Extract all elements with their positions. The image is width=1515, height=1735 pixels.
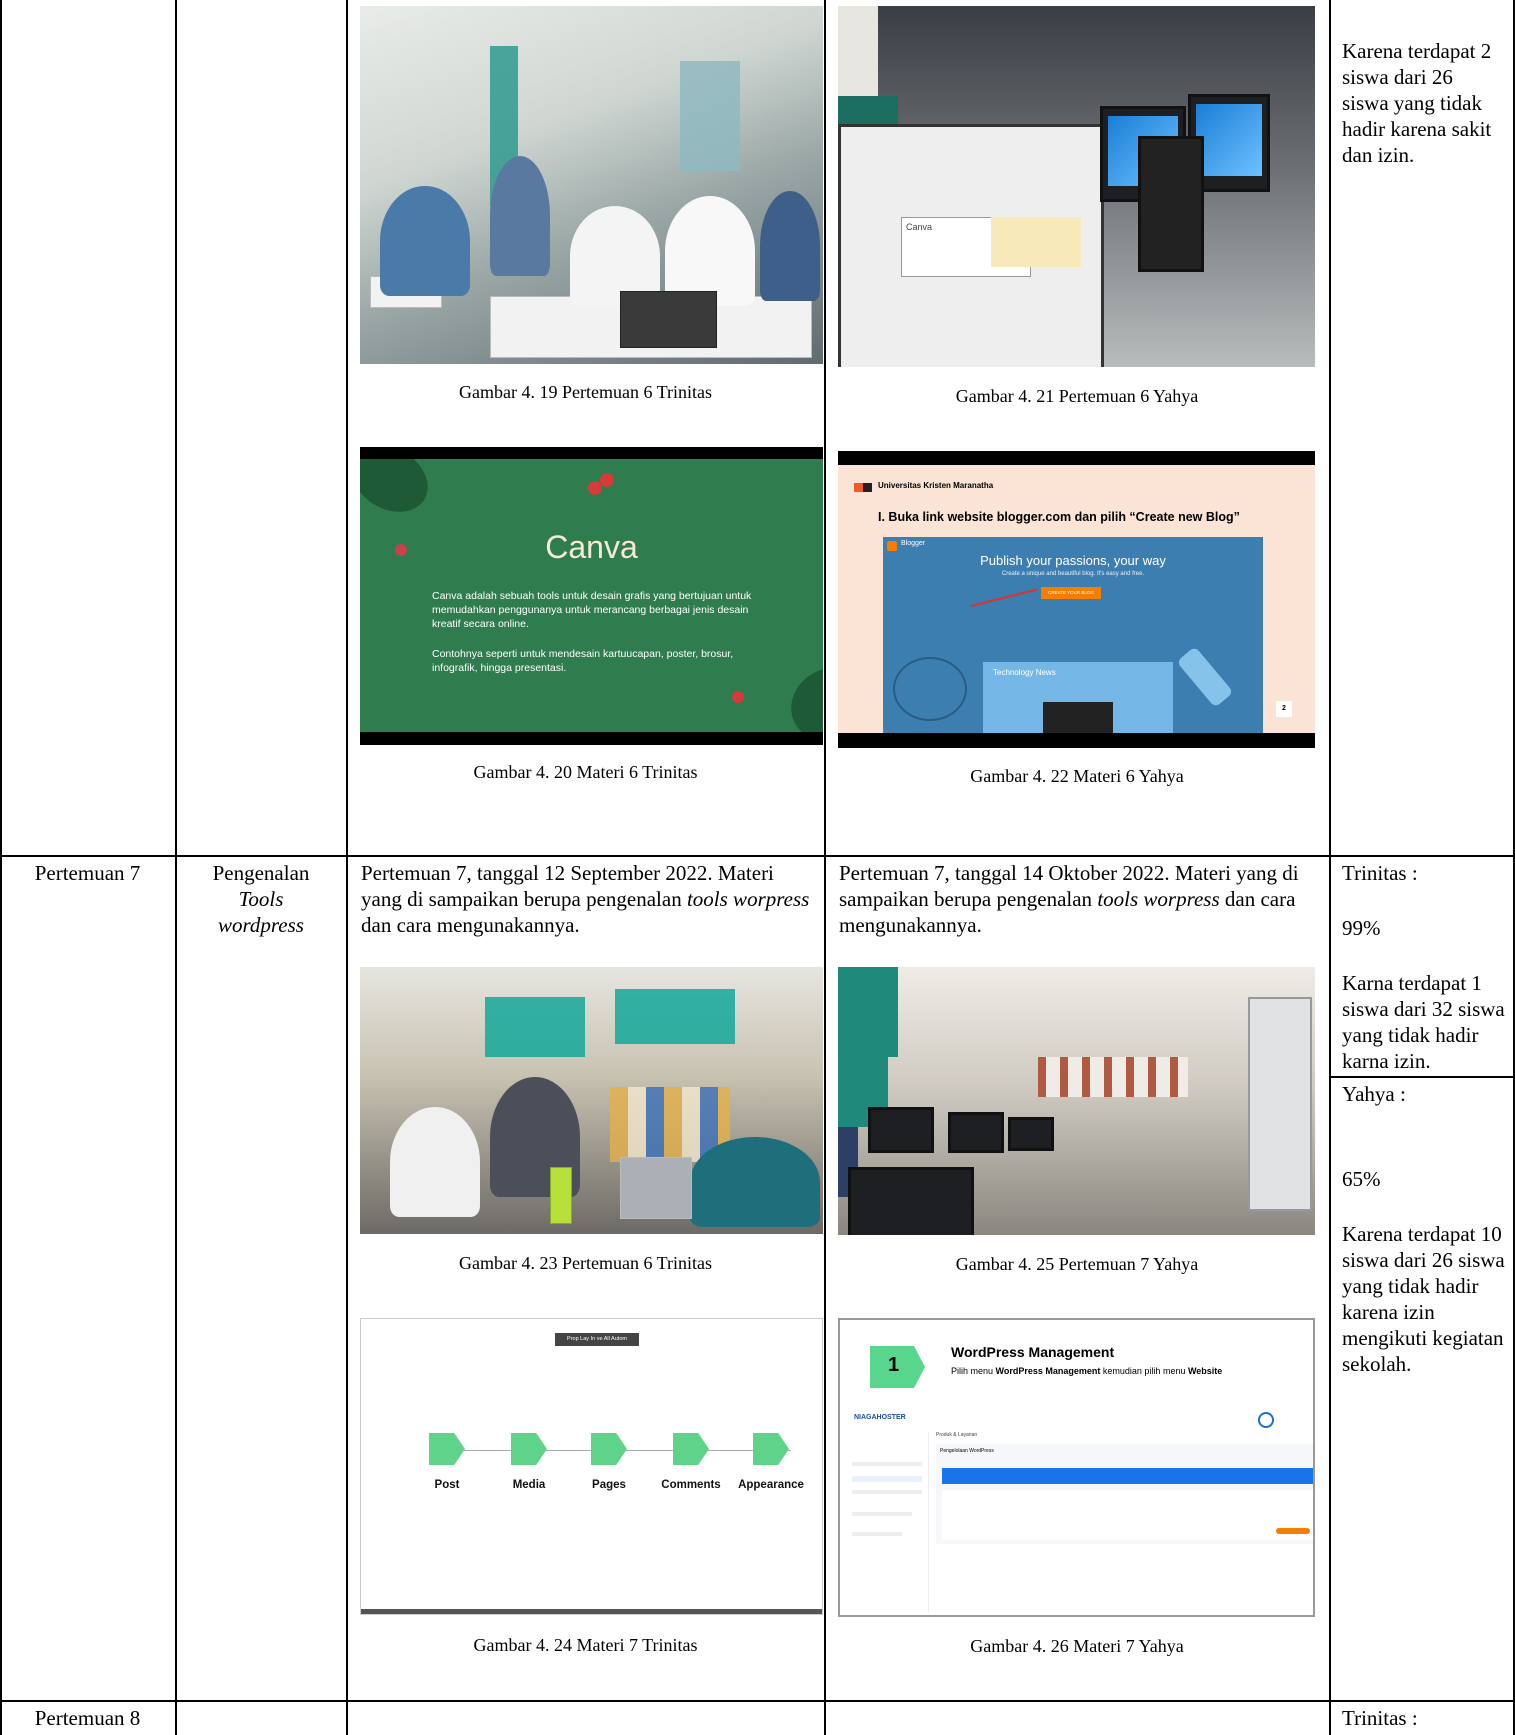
- wordpress-management-slide: 1 WordPress Management Pilih menu WordPr…: [838, 1318, 1315, 1617]
- topic-line2: Tools: [238, 887, 284, 911]
- flow-step-arrow-icon: [591, 1433, 627, 1465]
- university-logo-icon: [854, 483, 872, 492]
- wordpress-flow-slide: Prop Lay In ve All Autom Post Media Pages C…: [360, 1318, 823, 1615]
- classroom-photo-trinitas-6: [360, 6, 823, 364]
- subtitle-text: Pilih menu: [951, 1366, 996, 1376]
- watch-illustration-icon: [1176, 646, 1234, 708]
- trinitas-label-row3: Trinitas :: [1342, 1706, 1418, 1730]
- yahya-note: Karena terdapat 10 siswa dari 26 siswa y…: [1342, 1222, 1505, 1376]
- flow-step-label: Comments: [661, 1479, 721, 1491]
- attendance-divider: [1329, 1076, 1515, 1078]
- blogger-screenshot: Blogger Publish your passions, your way …: [883, 537, 1263, 733]
- attendance-note-row1: Karena terdapat 2 siswa dari 26 siswa ya…: [1342, 39, 1492, 167]
- table-border-right: [1513, 0, 1515, 1735]
- dashboard-panel: Pengelolaan WordPress: [936, 1444, 1313, 1544]
- whiteboard: [1248, 997, 1312, 1211]
- trinitas-label: Trinitas :: [1342, 861, 1418, 885]
- row-divider-2: [0, 1700, 1515, 1702]
- flow-step-arrow-icon: [429, 1433, 465, 1465]
- canva-slide-para1: Canva adalah sebuah tools untuk desain g…: [432, 590, 752, 630]
- panel-title: Pengelolaan WordPress: [940, 1448, 994, 1454]
- flow-step-label: Post: [434, 1479, 460, 1491]
- row-divider-1: [0, 855, 1515, 857]
- computer-lab-photo-yahya-7: [838, 967, 1315, 1235]
- slide-bottom-bar: [361, 1609, 822, 1614]
- desc-emphasis: tools worpress: [1097, 887, 1220, 911]
- blogger-slide-body: Universitas Kristen Maranatha I. Buka li…: [838, 465, 1315, 733]
- power-icon: [1258, 1412, 1274, 1428]
- blogger-slide-image: Universitas Kristen Maranatha I. Buka li…: [838, 451, 1315, 748]
- yahya-description-7: Pertemuan 7, tanggal 14 Oktober 2022. Ma…: [839, 860, 1319, 938]
- blogger-subline: Create a unique and beautiful blog. It's…: [1001, 571, 1145, 577]
- flow-step-label: Appearance: [738, 1479, 804, 1491]
- slide-heading: I. Buka link website blogger.com dan pil…: [878, 510, 1240, 524]
- caption-gambar-4-26: Gambar 4. 26 Materi 7 Yahya: [970, 1636, 1184, 1656]
- caption-gambar-4-22: Gambar 4. 22 Materi 6 Yahya: [970, 766, 1184, 786]
- create-blog-button[interactable]: CREATE YOUR BLOG: [1041, 587, 1101, 599]
- red-arrow-annotation: [970, 588, 1038, 607]
- classroom-photo-trinitas-7: [360, 967, 823, 1234]
- flow-step-arrow-icon: [511, 1433, 547, 1465]
- table-border-col3: [346, 0, 348, 1735]
- yahya-label: Yahya :: [1342, 1082, 1406, 1106]
- trinitas-description-7: Pertemuan 7, tanggal 12 September 2022. …: [361, 860, 816, 938]
- canva-slide-para2: Contohnya seperti untuk mendesain kartuu…: [432, 648, 734, 674]
- caption-gambar-4-25: Gambar 4. 25 Pertemuan 7 Yahya: [955, 1254, 1199, 1274]
- holly-berry-icon: [600, 473, 614, 487]
- step-number: 1: [888, 1354, 900, 1376]
- trinitas-note: Karna terdapat 1 siswa dari 32 siswa yan…: [1342, 971, 1505, 1073]
- flow-step-arrow-icon: [753, 1433, 789, 1465]
- blogger-headline: Publish your passions, your way: [980, 553, 1166, 568]
- flow-step-label: Media: [512, 1479, 546, 1491]
- desc-text: dan cara mengunakannya.: [361, 913, 580, 937]
- flow-step-arrow-icon: [673, 1433, 709, 1465]
- computer-lab-photo-yahya-6: Canva: [838, 6, 1315, 367]
- blogger-brand: Blogger: [901, 540, 926, 547]
- caption-gambar-4-24: Gambar 4. 24 Materi 7 Trinitas: [473, 1635, 698, 1655]
- desc-emphasis: tools worpress: [686, 887, 810, 911]
- meeting-label-8: Pertemuan 8: [34, 1706, 141, 1730]
- trinitas-percentage: 99%: [1342, 916, 1381, 940]
- subtitle-bold: Website: [1187, 1366, 1223, 1376]
- caption-gambar-4-19: Gambar 4. 19 Pertemuan 6 Trinitas: [459, 382, 712, 402]
- subtitle-bold: WordPress Management: [995, 1366, 1101, 1376]
- caption-gambar-4-23: Gambar 4. 23 Pertemuan 6 Trinitas: [459, 1253, 712, 1273]
- dashboard-sidebar: [846, 1432, 929, 1612]
- meeting-label-7: Pertemuan 7: [34, 861, 141, 885]
- flow-step-label: Pages: [592, 1479, 626, 1491]
- laptop-illustration: Technology News: [983, 662, 1173, 733]
- table-border-col5: [1329, 0, 1331, 1735]
- breadcrumb: Produk & Layanan: [936, 1432, 978, 1438]
- blogger-logo-icon: [887, 541, 897, 551]
- canva-slide-body: Canva Canva adalah sebuah tools untuk de…: [360, 459, 823, 732]
- holly-berry-icon: [732, 691, 744, 703]
- topic-line3: wordpress: [218, 913, 304, 937]
- canva-slide-image: Canva Canva adalah sebuah tools untuk de…: [360, 447, 823, 745]
- step-badge: 1: [870, 1346, 925, 1388]
- slide-university-name: Universitas Kristen Maranatha: [878, 481, 994, 490]
- wp-mgmt-title: WordPress Management: [951, 1344, 1115, 1360]
- drone-illustration-icon: [893, 657, 967, 721]
- slide-toolbar: Prop Lay In ve All Autom: [555, 1333, 639, 1346]
- holly-leaf-icon: [360, 459, 440, 525]
- slide-page-number: 2: [1276, 701, 1292, 717]
- holly-leaf-icon: [777, 653, 823, 732]
- yahya-percentage: 65%: [1342, 1167, 1381, 1191]
- topic-label-7: Pengenalan Tools wordpress: [176, 860, 346, 938]
- caption-gambar-4-21: Gambar 4. 21 Pertemuan 6 Yahya: [955, 386, 1199, 406]
- blogger-card-title: Technology News: [993, 668, 1056, 677]
- table-border-col4: [824, 0, 826, 1735]
- caption-gambar-4-20: Gambar 4. 20 Materi 6 Trinitas: [473, 762, 698, 782]
- wall-windows: [1038, 1057, 1188, 1097]
- subtitle-text: kemudian pilih menu: [1100, 1366, 1188, 1376]
- niagahoster-logo: NIAGAHOSTER: [854, 1414, 906, 1421]
- topic-line1: Pengenalan: [212, 861, 310, 885]
- canva-slide-title: Canva: [545, 529, 638, 565]
- wp-mgmt-subtitle: Pilih menu WordPress Management kemudian…: [951, 1366, 1222, 1376]
